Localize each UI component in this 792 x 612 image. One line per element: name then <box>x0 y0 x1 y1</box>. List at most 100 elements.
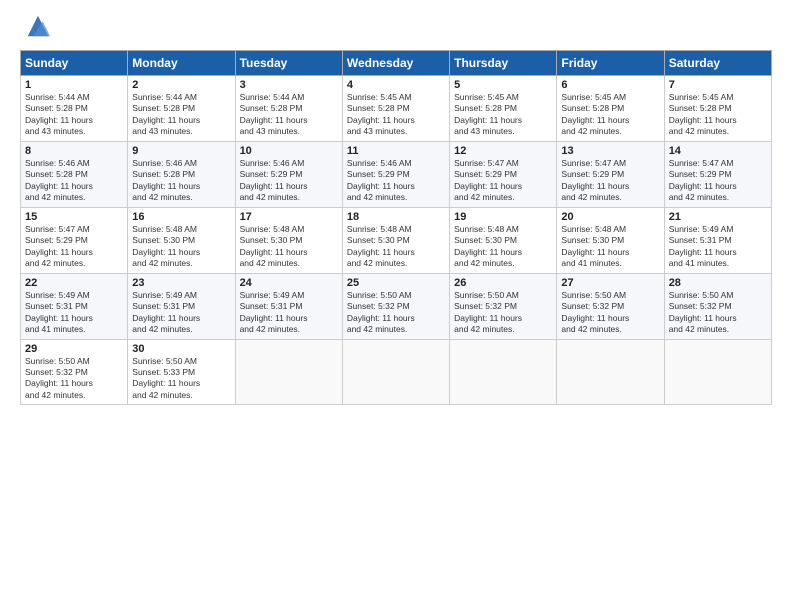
day-cell: 25Sunrise: 5:50 AM Sunset: 5:32 PM Dayli… <box>342 273 449 339</box>
day-cell: 9Sunrise: 5:46 AM Sunset: 5:28 PM Daylig… <box>128 141 235 207</box>
day-cell: 17Sunrise: 5:48 AM Sunset: 5:30 PM Dayli… <box>235 207 342 273</box>
day-info: Sunrise: 5:45 AM Sunset: 5:28 PM Dayligh… <box>669 92 767 138</box>
day-cell: 6Sunrise: 5:45 AM Sunset: 5:28 PM Daylig… <box>557 76 664 142</box>
day-cell: 21Sunrise: 5:49 AM Sunset: 5:31 PM Dayli… <box>664 207 771 273</box>
day-info: Sunrise: 5:44 AM Sunset: 5:28 PM Dayligh… <box>25 92 123 138</box>
day-number: 8 <box>25 145 123 157</box>
day-info: Sunrise: 5:48 AM Sunset: 5:30 PM Dayligh… <box>454 224 552 270</box>
day-number: 9 <box>132 145 230 157</box>
day-cell <box>342 339 449 405</box>
calendar-header-row: SundayMondayTuesdayWednesdayThursdayFrid… <box>21 51 772 76</box>
day-info: Sunrise: 5:50 AM Sunset: 5:33 PM Dayligh… <box>132 356 230 402</box>
week-row-5: 29Sunrise: 5:50 AM Sunset: 5:32 PM Dayli… <box>21 339 772 405</box>
col-header-wednesday: Wednesday <box>342 51 449 76</box>
day-info: Sunrise: 5:50 AM Sunset: 5:32 PM Dayligh… <box>25 356 123 402</box>
day-number: 30 <box>132 343 230 355</box>
day-info: Sunrise: 5:46 AM Sunset: 5:29 PM Dayligh… <box>240 158 338 204</box>
week-row-4: 22Sunrise: 5:49 AM Sunset: 5:31 PM Dayli… <box>21 273 772 339</box>
day-cell: 26Sunrise: 5:50 AM Sunset: 5:32 PM Dayli… <box>450 273 557 339</box>
day-info: Sunrise: 5:48 AM Sunset: 5:30 PM Dayligh… <box>240 224 338 270</box>
day-number: 2 <box>132 79 230 91</box>
day-cell: 22Sunrise: 5:49 AM Sunset: 5:31 PM Dayli… <box>21 273 128 339</box>
day-cell: 28Sunrise: 5:50 AM Sunset: 5:32 PM Dayli… <box>664 273 771 339</box>
day-cell: 14Sunrise: 5:47 AM Sunset: 5:29 PM Dayli… <box>664 141 771 207</box>
day-number: 29 <box>25 343 123 355</box>
day-number: 24 <box>240 277 338 289</box>
day-number: 21 <box>669 211 767 223</box>
day-number: 5 <box>454 79 552 91</box>
day-number: 1 <box>25 79 123 91</box>
col-header-saturday: Saturday <box>664 51 771 76</box>
day-number: 15 <box>25 211 123 223</box>
day-cell: 29Sunrise: 5:50 AM Sunset: 5:32 PM Dayli… <box>21 339 128 405</box>
day-info: Sunrise: 5:44 AM Sunset: 5:28 PM Dayligh… <box>240 92 338 138</box>
day-info: Sunrise: 5:44 AM Sunset: 5:28 PM Dayligh… <box>132 92 230 138</box>
day-info: Sunrise: 5:49 AM Sunset: 5:31 PM Dayligh… <box>25 290 123 336</box>
day-info: Sunrise: 5:46 AM Sunset: 5:28 PM Dayligh… <box>132 158 230 204</box>
day-info: Sunrise: 5:48 AM Sunset: 5:30 PM Dayligh… <box>561 224 659 270</box>
day-number: 25 <box>347 277 445 289</box>
day-info: Sunrise: 5:49 AM Sunset: 5:31 PM Dayligh… <box>240 290 338 336</box>
day-info: Sunrise: 5:47 AM Sunset: 5:29 PM Dayligh… <box>669 158 767 204</box>
day-info: Sunrise: 5:49 AM Sunset: 5:31 PM Dayligh… <box>669 224 767 270</box>
day-cell: 23Sunrise: 5:49 AM Sunset: 5:31 PM Dayli… <box>128 273 235 339</box>
day-cell: 7Sunrise: 5:45 AM Sunset: 5:28 PM Daylig… <box>664 76 771 142</box>
day-number: 22 <box>25 277 123 289</box>
day-info: Sunrise: 5:50 AM Sunset: 5:32 PM Dayligh… <box>561 290 659 336</box>
day-number: 20 <box>561 211 659 223</box>
day-number: 11 <box>347 145 445 157</box>
day-info: Sunrise: 5:45 AM Sunset: 5:28 PM Dayligh… <box>347 92 445 138</box>
day-cell <box>664 339 771 405</box>
day-cell: 3Sunrise: 5:44 AM Sunset: 5:28 PM Daylig… <box>235 76 342 142</box>
day-info: Sunrise: 5:45 AM Sunset: 5:28 PM Dayligh… <box>454 92 552 138</box>
page: SundayMondayTuesdayWednesdayThursdayFrid… <box>0 0 792 612</box>
day-info: Sunrise: 5:50 AM Sunset: 5:32 PM Dayligh… <box>454 290 552 336</box>
day-info: Sunrise: 5:48 AM Sunset: 5:30 PM Dayligh… <box>347 224 445 270</box>
day-cell: 30Sunrise: 5:50 AM Sunset: 5:33 PM Dayli… <box>128 339 235 405</box>
calendar-table: SundayMondayTuesdayWednesdayThursdayFrid… <box>20 50 772 405</box>
day-info: Sunrise: 5:46 AM Sunset: 5:29 PM Dayligh… <box>347 158 445 204</box>
day-cell: 2Sunrise: 5:44 AM Sunset: 5:28 PM Daylig… <box>128 76 235 142</box>
col-header-sunday: Sunday <box>21 51 128 76</box>
col-header-friday: Friday <box>557 51 664 76</box>
day-info: Sunrise: 5:49 AM Sunset: 5:31 PM Dayligh… <box>132 290 230 336</box>
day-number: 17 <box>240 211 338 223</box>
day-info: Sunrise: 5:48 AM Sunset: 5:30 PM Dayligh… <box>132 224 230 270</box>
day-info: Sunrise: 5:50 AM Sunset: 5:32 PM Dayligh… <box>347 290 445 336</box>
day-number: 18 <box>347 211 445 223</box>
col-header-thursday: Thursday <box>450 51 557 76</box>
day-number: 28 <box>669 277 767 289</box>
logo <box>20 16 52 40</box>
day-number: 16 <box>132 211 230 223</box>
day-info: Sunrise: 5:47 AM Sunset: 5:29 PM Dayligh… <box>25 224 123 270</box>
day-cell: 11Sunrise: 5:46 AM Sunset: 5:29 PM Dayli… <box>342 141 449 207</box>
day-info: Sunrise: 5:50 AM Sunset: 5:32 PM Dayligh… <box>669 290 767 336</box>
day-number: 4 <box>347 79 445 91</box>
day-cell: 13Sunrise: 5:47 AM Sunset: 5:29 PM Dayli… <box>557 141 664 207</box>
day-number: 13 <box>561 145 659 157</box>
week-row-2: 8 Sunrise: 5:46 AM Sunset: 5:28 PM Daylig… <box>21 141 772 207</box>
day-cell: 8Sunrise: 5:46 AM Sunset: 5:28 PM Daylig… <box>21 141 128 207</box>
day-info: Sunrise: 5:45 AM Sunset: 5:28 PM Dayligh… <box>561 92 659 138</box>
day-cell: 27Sunrise: 5:50 AM Sunset: 5:32 PM Dayli… <box>557 273 664 339</box>
day-cell: 20Sunrise: 5:48 AM Sunset: 5:30 PM Dayli… <box>557 207 664 273</box>
day-cell: 4Sunrise: 5:45 AM Sunset: 5:28 PM Daylig… <box>342 76 449 142</box>
day-info: Sunrise: 5:47 AM Sunset: 5:29 PM Dayligh… <box>561 158 659 204</box>
day-number: 19 <box>454 211 552 223</box>
day-number: 27 <box>561 277 659 289</box>
day-cell: 16Sunrise: 5:48 AM Sunset: 5:30 PM Dayli… <box>128 207 235 273</box>
day-cell <box>557 339 664 405</box>
day-cell: 1Sunrise: 5:44 AM Sunset: 5:28 PM Daylig… <box>21 76 128 142</box>
day-cell: 18Sunrise: 5:48 AM Sunset: 5:30 PM Dayli… <box>342 207 449 273</box>
col-header-monday: Monday <box>128 51 235 76</box>
day-number: 6 <box>561 79 659 91</box>
day-cell: 5Sunrise: 5:45 AM Sunset: 5:28 PM Daylig… <box>450 76 557 142</box>
logo-icon <box>24 12 52 40</box>
week-row-1: 1Sunrise: 5:44 AM Sunset: 5:28 PM Daylig… <box>21 76 772 142</box>
header <box>20 16 772 40</box>
col-header-tuesday: Tuesday <box>235 51 342 76</box>
day-cell: 15Sunrise: 5:47 AM Sunset: 5:29 PM Dayli… <box>21 207 128 273</box>
day-cell <box>235 339 342 405</box>
day-info: Sunrise: 5:47 AM Sunset: 5:29 PM Dayligh… <box>454 158 552 204</box>
day-number: 26 <box>454 277 552 289</box>
